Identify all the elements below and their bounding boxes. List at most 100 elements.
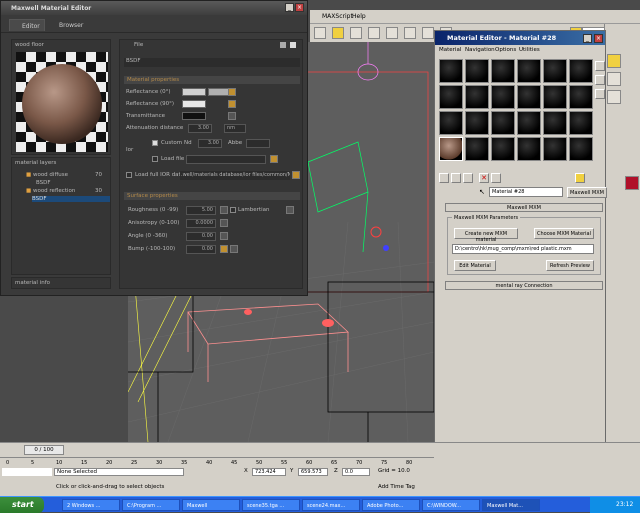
show-map-icon[interactable] bbox=[575, 173, 585, 183]
sample-slot[interactable] bbox=[465, 59, 489, 83]
folder-icon[interactable] bbox=[292, 171, 300, 179]
transmittance-swatch[interactable] bbox=[182, 112, 206, 120]
sample-slot[interactable] bbox=[569, 137, 593, 161]
task-maxwell-material[interactable]: Maxwell Mat... bbox=[482, 499, 540, 511]
assign-material-icon[interactable] bbox=[463, 173, 473, 183]
rotate-icon[interactable] bbox=[368, 27, 380, 39]
bump-field[interactable]: 0.00 bbox=[186, 245, 216, 254]
menu-utilities[interactable]: Utilities bbox=[519, 47, 540, 53]
snap-icon[interactable] bbox=[404, 27, 416, 39]
reflectance0-swatch[interactable] bbox=[182, 88, 206, 96]
sample-slot[interactable] bbox=[543, 59, 567, 83]
sample-slot[interactable] bbox=[439, 111, 463, 135]
start-button[interactable]: start bbox=[0, 497, 44, 513]
scale-icon[interactable] bbox=[386, 27, 398, 39]
nd-field[interactable]: 3.00 bbox=[198, 139, 222, 148]
sample-slot[interactable] bbox=[569, 111, 593, 135]
sample-slot[interactable] bbox=[517, 59, 541, 83]
menu-help[interactable]: Help bbox=[352, 13, 366, 20]
angle-field[interactable]: 0.00 bbox=[186, 232, 216, 241]
close-icon[interactable]: × bbox=[295, 3, 304, 12]
sample-slot[interactable] bbox=[543, 137, 567, 161]
attenuation-field[interactable]: 3.00 bbox=[188, 124, 212, 133]
color-swatch[interactable] bbox=[625, 176, 639, 190]
tab-browser[interactable]: Browser bbox=[47, 19, 87, 31]
mini-listener[interactable] bbox=[2, 468, 52, 476]
create-mxm-button[interactable]: Create new MXM material bbox=[454, 228, 518, 243]
sample-slot[interactable] bbox=[543, 85, 567, 109]
z-coordinate[interactable]: 0.0 bbox=[342, 468, 370, 476]
undo-icon[interactable] bbox=[314, 27, 326, 39]
sample-slot[interactable] bbox=[569, 85, 593, 109]
tab-editor[interactable]: Editor bbox=[9, 19, 45, 31]
sample-slot[interactable] bbox=[517, 111, 541, 135]
material-type-button[interactable]: Maxwell MXM bbox=[567, 187, 607, 198]
sample-slot[interactable] bbox=[439, 85, 463, 109]
texture-icon[interactable] bbox=[220, 245, 228, 253]
texture-icon[interactable] bbox=[286, 206, 294, 214]
save-icon[interactable] bbox=[290, 42, 296, 48]
select-icon[interactable] bbox=[332, 27, 344, 39]
texture-icon[interactable] bbox=[228, 100, 236, 108]
time-slider[interactable]: 0 / 100 bbox=[24, 445, 64, 455]
sample-slot[interactable] bbox=[491, 59, 515, 83]
close-icon[interactable]: × bbox=[594, 34, 603, 43]
layer-item[interactable]: ■ wood diffuse 70 bbox=[26, 172, 110, 178]
x-coordinate[interactable]: 723.424 bbox=[252, 468, 286, 476]
task-photoshop[interactable]: Adobe Photo... bbox=[362, 499, 420, 511]
background-icon[interactable] bbox=[595, 89, 605, 99]
lambertian-checkbox[interactable] bbox=[230, 207, 236, 213]
sample-slot[interactable] bbox=[517, 85, 541, 109]
edit-material-button[interactable]: Edit Material bbox=[454, 260, 496, 271]
anisotropy-field[interactable]: 0.0000 bbox=[186, 219, 216, 228]
loadior-checkbox[interactable] bbox=[126, 172, 132, 178]
reflectance90-swatch[interactable] bbox=[182, 100, 206, 108]
texture-icon[interactable] bbox=[220, 219, 228, 227]
menu-navigation[interactable]: Navigation bbox=[465, 47, 495, 53]
sample-slot[interactable] bbox=[465, 137, 489, 161]
task-scene35[interactable]: scene35.tga ... bbox=[242, 499, 300, 511]
texture-icon[interactable] bbox=[228, 112, 236, 120]
rollout-maxwell-mxm[interactable]: Maxwell MXM bbox=[445, 203, 603, 212]
track-bar[interactable]: 0 5 10 15 20 25 30 35 40 45 50 55 60 65 70 75 80 bbox=[0, 457, 434, 467]
menu-maxscript[interactable]: MAXScript bbox=[322, 13, 353, 20]
mxm-path-field[interactable]: D:\centro\hk\mug_comp\mxm\red plastic.mx… bbox=[452, 244, 594, 254]
sample-slot[interactable] bbox=[465, 85, 489, 109]
material-name-field[interactable]: Material #28 bbox=[489, 187, 563, 197]
sample-slot[interactable] bbox=[465, 111, 489, 135]
sample-type-icon[interactable] bbox=[595, 61, 605, 71]
sample-slot[interactable] bbox=[439, 137, 463, 161]
layer-item[interactable]: ■ wood reflection 30 bbox=[26, 188, 110, 194]
task-maxwell[interactable]: Maxwell bbox=[182, 499, 240, 511]
folder-icon[interactable] bbox=[270, 155, 278, 163]
loadfile-checkbox[interactable] bbox=[152, 156, 158, 162]
sphere-icon[interactable] bbox=[607, 54, 621, 68]
texture-icon[interactable] bbox=[228, 88, 236, 96]
loadior-path-field[interactable]: .well/materials database/ior files/commo… bbox=[180, 171, 290, 180]
minimize-icon[interactable]: _ bbox=[583, 34, 592, 43]
y-coordinate[interactable]: 659.573 bbox=[298, 468, 328, 476]
rollout-mental-ray[interactable]: mental ray Connection bbox=[445, 281, 603, 290]
light-icon[interactable] bbox=[607, 72, 621, 86]
task-program-files[interactable]: C:\Program ... bbox=[122, 499, 180, 511]
make-unique-icon[interactable] bbox=[491, 173, 501, 183]
help-icon[interactable] bbox=[280, 42, 286, 48]
bsdf-name-field[interactable]: BSDF bbox=[124, 58, 300, 67]
layer-bsdf-selected[interactable]: BSDF bbox=[32, 196, 110, 202]
sample-slot[interactable] bbox=[491, 111, 515, 135]
sample-slot[interactable] bbox=[491, 137, 515, 161]
task-windows-explorer[interactable]: 2 Windows ... bbox=[62, 499, 120, 511]
minimize-icon[interactable]: _ bbox=[285, 3, 294, 12]
mirror-icon[interactable] bbox=[422, 27, 434, 39]
sample-slot[interactable] bbox=[569, 59, 593, 83]
choose-mxm-button[interactable]: Choose MXM Material bbox=[534, 228, 594, 239]
menu-options[interactable]: Options bbox=[495, 47, 516, 53]
camera-icon[interactable] bbox=[607, 90, 621, 104]
attenuation-unit-select[interactable]: nm bbox=[224, 124, 246, 133]
pick-material-icon[interactable]: ↖ bbox=[479, 188, 487, 196]
get-material-icon[interactable] bbox=[439, 173, 449, 183]
layer-bsdf[interactable]: BSDF bbox=[36, 180, 51, 186]
texture-icon[interactable] bbox=[230, 245, 238, 253]
roughness-field[interactable]: 5.00 bbox=[186, 206, 216, 215]
move-icon[interactable] bbox=[350, 27, 362, 39]
